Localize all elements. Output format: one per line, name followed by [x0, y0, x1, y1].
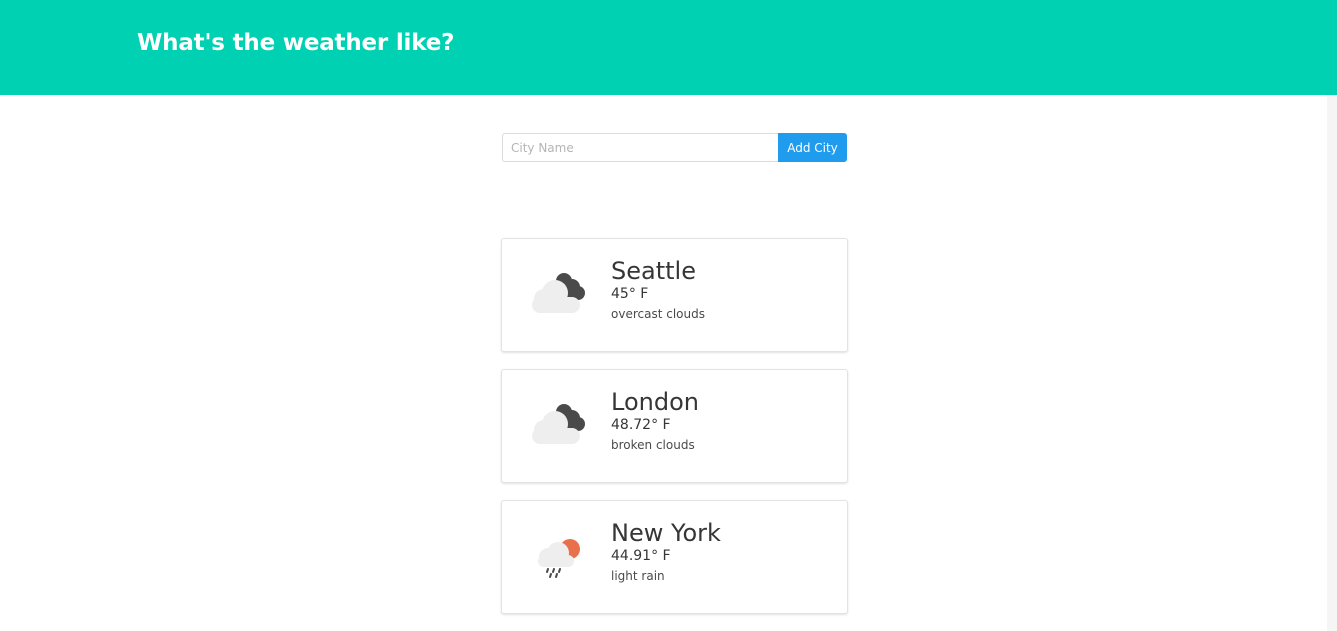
city-name: London: [611, 388, 699, 416]
add-city-form: Add City: [502, 133, 847, 162]
vertical-scrollbar[interactable]: [1327, 95, 1337, 631]
weather-description: light rain: [611, 569, 665, 583]
city-card-seattle: Seattle 45° F overcast clouds: [501, 238, 848, 352]
city-card-body: London 48.72° F broken clouds: [611, 388, 699, 453]
city-card-body: New York 44.91° F light rain: [611, 519, 721, 584]
city-temperature: 45° F: [611, 286, 649, 302]
city-card-london: London 48.72° F broken clouds: [501, 369, 848, 483]
add-city-button[interactable]: Add City: [778, 133, 847, 162]
city-temperature: 48.72° F: [611, 417, 671, 433]
city-temperature: 44.91° F: [611, 548, 671, 564]
city-name: New York: [611, 519, 721, 547]
light-rain-icon: [528, 531, 592, 581]
city-name: Seattle: [611, 257, 696, 285]
weather-description: overcast clouds: [611, 307, 705, 321]
weather-description: broken clouds: [611, 438, 695, 452]
city-card-new-york: New York 44.91° F light rain: [501, 500, 848, 614]
city-name-input[interactable]: [502, 133, 778, 162]
overcast-clouds-icon: [528, 269, 592, 319]
city-card-body: Seattle 45° F overcast clouds: [611, 257, 705, 322]
header-bar: What's the weather like?: [0, 0, 1337, 95]
broken-clouds-icon: [528, 400, 592, 450]
page-title: What's the weather like?: [137, 30, 455, 56]
